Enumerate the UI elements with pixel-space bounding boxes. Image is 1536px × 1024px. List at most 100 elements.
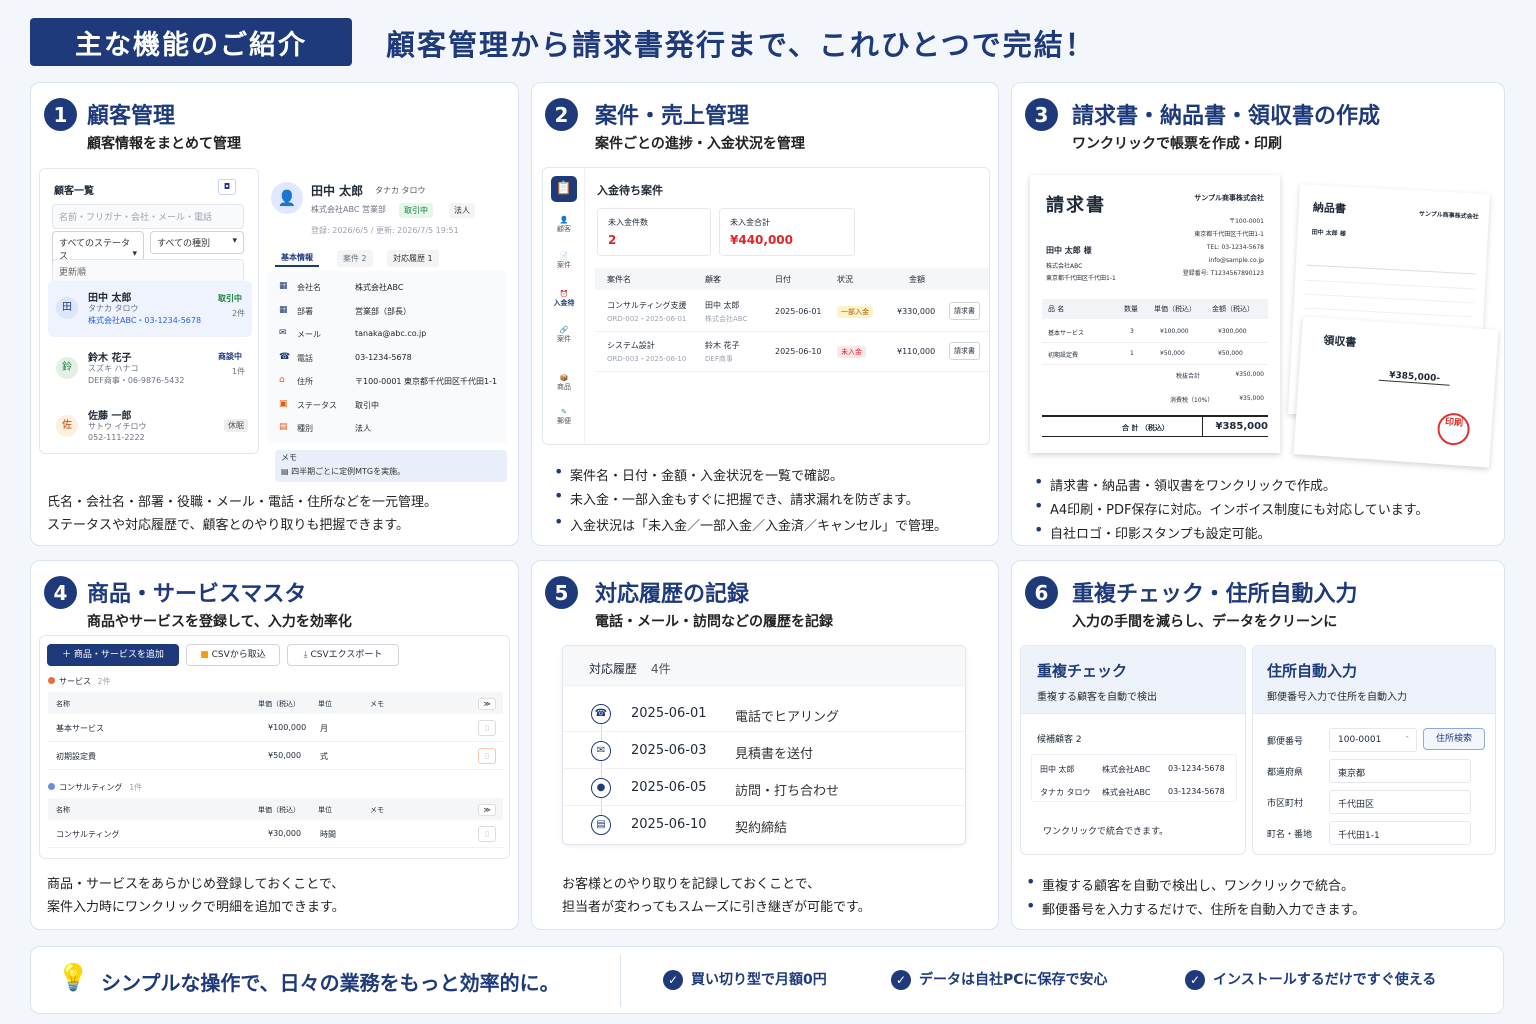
status-badge: 一部入金 <box>837 306 873 318</box>
panel-title: 顧客管理 <box>87 104 176 129</box>
delete-icon[interactable]: ▯ <box>478 720 496 736</box>
delete-icon[interactable]: ▯ <box>478 748 496 764</box>
user-icon: 👤 <box>271 182 303 214</box>
field-input[interactable]: 千代田1-1 <box>1329 821 1471 845</box>
recipient-company: 株式会社ABC <box>1046 263 1083 270</box>
list-item: 未入金・一部入金もすぐに把握でき、請求漏れを防ぎます。 <box>554 486 919 508</box>
stat-label: 未入金合計 <box>730 218 770 227</box>
avatar: 佐 <box>56 415 78 437</box>
sidebar-item-link[interactable]: 🔗 案件 <box>543 326 585 344</box>
field-value: 法人 <box>355 424 371 433</box>
deal-company: DEF商事 <box>705 355 733 363</box>
page-title: 顧客管理から請求書発行まで、これひとつで完結！ <box>386 28 1096 62</box>
sidebar-item-deals[interactable]: 📄 案件 <box>543 252 585 270</box>
tab-history[interactable]: 対応履歴 1 <box>387 250 439 267</box>
product-group-label: サービス 2件 <box>48 676 111 687</box>
duplicate-check-card: 重複チェック 重複する顧客を自動で検出 候補顧客 2 田中 太郎 株式会社ABC… <box>1020 645 1246 855</box>
panel-number: 1 <box>44 98 77 131</box>
check-circle-icon: ✓ <box>1185 970 1205 990</box>
sidebar-item-pending[interactable]: ⏰ 入金待 <box>543 290 585 308</box>
history-date: 2025-06-05 <box>631 780 707 795</box>
history-text: 電話でヒアリング <box>735 710 840 725</box>
field-label: 郵便番号 <box>1267 737 1304 747</box>
list-item[interactable]: 佐 佐藤 一郎 サトウ イチロウ 052-111-2222 休眠 <box>48 399 252 453</box>
search-input[interactable]: 名前・フリガナ・会社・メール・電話 <box>52 204 244 229</box>
tab-deals[interactable]: 案件 2 <box>337 250 373 267</box>
field-input[interactable]: 千代田区 <box>1329 790 1471 814</box>
field-input[interactable]: 東京都 <box>1329 759 1471 783</box>
invoice-button[interactable]: 請求書 <box>949 342 980 360</box>
invoice-line: 初期設定費 1 ¥50,000 ¥50,000 <box>1042 343 1268 365</box>
deal-amount: ¥110,000 <box>897 347 936 356</box>
detail-company: 株式会社ABC 営業部 <box>311 205 386 214</box>
customer-info: 株式会社ABC・03-1234-5678 <box>88 316 202 325</box>
history-item[interactable]: ● 2025-06-05 訪問・打ち合わせ <box>563 772 965 806</box>
sidebar-item-products[interactable]: 📦 商品 <box>543 374 585 392</box>
deal-company: 株式会社ABC <box>705 315 748 323</box>
history-text: 契約締結 <box>735 821 788 836</box>
detail-dates: 登録: 2026/6/5 / 更新: 2026/7/5 19:51 <box>311 226 459 235</box>
kind-select[interactable]: すべての種別 ▾ <box>150 231 244 254</box>
field-label: 町名・番地 <box>1267 830 1313 840</box>
delete-icon[interactable]: ▯ <box>478 826 496 842</box>
group-color-dot <box>48 677 55 684</box>
divider <box>620 955 621 1007</box>
group-color-dot <box>48 783 55 790</box>
dup-header: 重複チェック 重複する顧客を自動で検出 <box>1021 646 1245 714</box>
customer-kana: スズキ ハナコ <box>88 364 139 373</box>
candidate-row[interactable]: タナカ タロウ 株式会社ABC 03-1234-5678 <box>1032 782 1238 804</box>
history-item[interactable]: ☎ 2025-06-01 電話でヒアリング <box>563 698 965 732</box>
status-badge: 取引中 <box>399 203 433 218</box>
field-icon: ✉ <box>279 328 287 338</box>
product-table-header: 名称 単価（税込） 単位 メモ ≫ <box>48 798 503 820</box>
field-value: 〒100-0001 東京都千代田区千代田1-1 <box>355 377 498 386</box>
field-value: tanaka@abc.co.jp <box>355 329 427 338</box>
collapse-icon[interactable]: ≫ <box>478 698 496 710</box>
csv-export-button[interactable]: ⤓ CSVエクスポート <box>287 644 399 666</box>
card-title: 住所自動入力 <box>1267 662 1358 680</box>
sidebar-item-customers[interactable]: 👤 顧客 <box>543 216 585 234</box>
invoice-document: 請求書 サンプル商事株式会社 〒100-0001 東京都千代田区千代田1-1 TEL… <box>1030 175 1280 453</box>
field-input[interactable]: 100-0001 ⌃ <box>1329 728 1417 752</box>
history-type-icon: ● <box>591 778 611 798</box>
section-heading: 入金待ち案件 <box>597 184 663 197</box>
invoice-button[interactable]: 請求書 <box>949 302 980 320</box>
panel-title: 案件・売上管理 <box>595 104 750 129</box>
list-item[interactable]: 鈴 鈴木 花子 スズキ ハナコ DEF商事・06-9876-5432 商談中 1… <box>48 341 252 395</box>
table-row[interactable]: システム設計 ORD-003・2025-06-10 鈴木 花子 DEF商事 20… <box>595 334 989 372</box>
table-row[interactable]: 初期設定費 ¥50,000 式 ▯ <box>48 742 503 770</box>
customer-detail: 👤 田中 太郎 タナカ タロウ 株式会社ABC 営業部 取引中 法人 登録: 2… <box>267 168 512 540</box>
detail-field: ▣ ステータス 取引中 <box>267 397 507 417</box>
panel-subtitle: 案件ごとの進捗・入金状況を管理 <box>595 136 805 152</box>
field-label: メール <box>297 330 321 339</box>
panel-number: 2 <box>545 98 578 131</box>
footer-point: ✓ 買い切り型で月額0円 <box>663 969 827 990</box>
tab-basic[interactable]: 基本情報 <box>275 250 319 267</box>
csv-import-button[interactable]: ■ CSVから取込 <box>186 644 280 666</box>
history-type-icon: ▤ <box>591 815 611 835</box>
panel-subtitle: 商品やサービスを登録して、入力を効率化 <box>87 614 352 630</box>
refresh-icon[interactable]: ◘ <box>218 179 236 195</box>
history-type-icon: ✉ <box>591 741 611 761</box>
detail-fields: ▦ 会社名 株式会社ABC ▦ 部署 営業部（部長） ✉ メール tanaka@… <box>267 271 507 443</box>
panel-subtitle: ワンクリックで帳票を作成・印刷 <box>1072 136 1282 152</box>
field-icon: ▣ <box>279 398 288 409</box>
sidebar-item-postal[interactable]: ✎ 郵便 <box>543 408 585 426</box>
history-item[interactable]: ✉ 2025-06-03 見積書を送付 <box>563 735 965 769</box>
table-row[interactable]: コンサルティング支援 ORD-002・2025-06-01 田中 太郎 株式会社… <box>595 294 989 332</box>
table-row[interactable]: コンサルティング ¥30,000 時間 ▯ <box>48 820 503 848</box>
detail-field: ▦ 部署 営業部（部長） <box>267 303 507 323</box>
address-search-button[interactable]: 住所検索 <box>1423 728 1485 750</box>
list-item[interactable]: 田 田中 太郎 タナカ タロウ 株式会社ABC・03-1234-5678 取引中… <box>48 281 252 337</box>
history-text: 訪問・打ち合わせ <box>735 784 840 799</box>
invoice-line: 基本サービス 3 ¥100,000 ¥300,000 <box>1042 321 1268 343</box>
field-icon: ⌂ <box>279 375 285 385</box>
candidate-row[interactable]: 田中 太郎 株式会社ABC 03-1234-5678 <box>1032 759 1238 781</box>
collapse-icon[interactable]: ≫ <box>478 804 496 816</box>
table-row[interactable]: 基本サービス ¥100,000 月 ▯ <box>48 714 503 742</box>
history-item[interactable]: ▤ 2025-06-10 契約締結 <box>563 809 965 843</box>
customer-info: 052-111-2222 <box>88 433 145 442</box>
customer-name: 鈴木 花子 <box>88 353 132 364</box>
add-product-button[interactable]: ＋ 商品・サービスを追加 <box>47 644 179 666</box>
panel-subtitle: 電話・メール・訪問などの履歴を記録 <box>595 614 833 630</box>
